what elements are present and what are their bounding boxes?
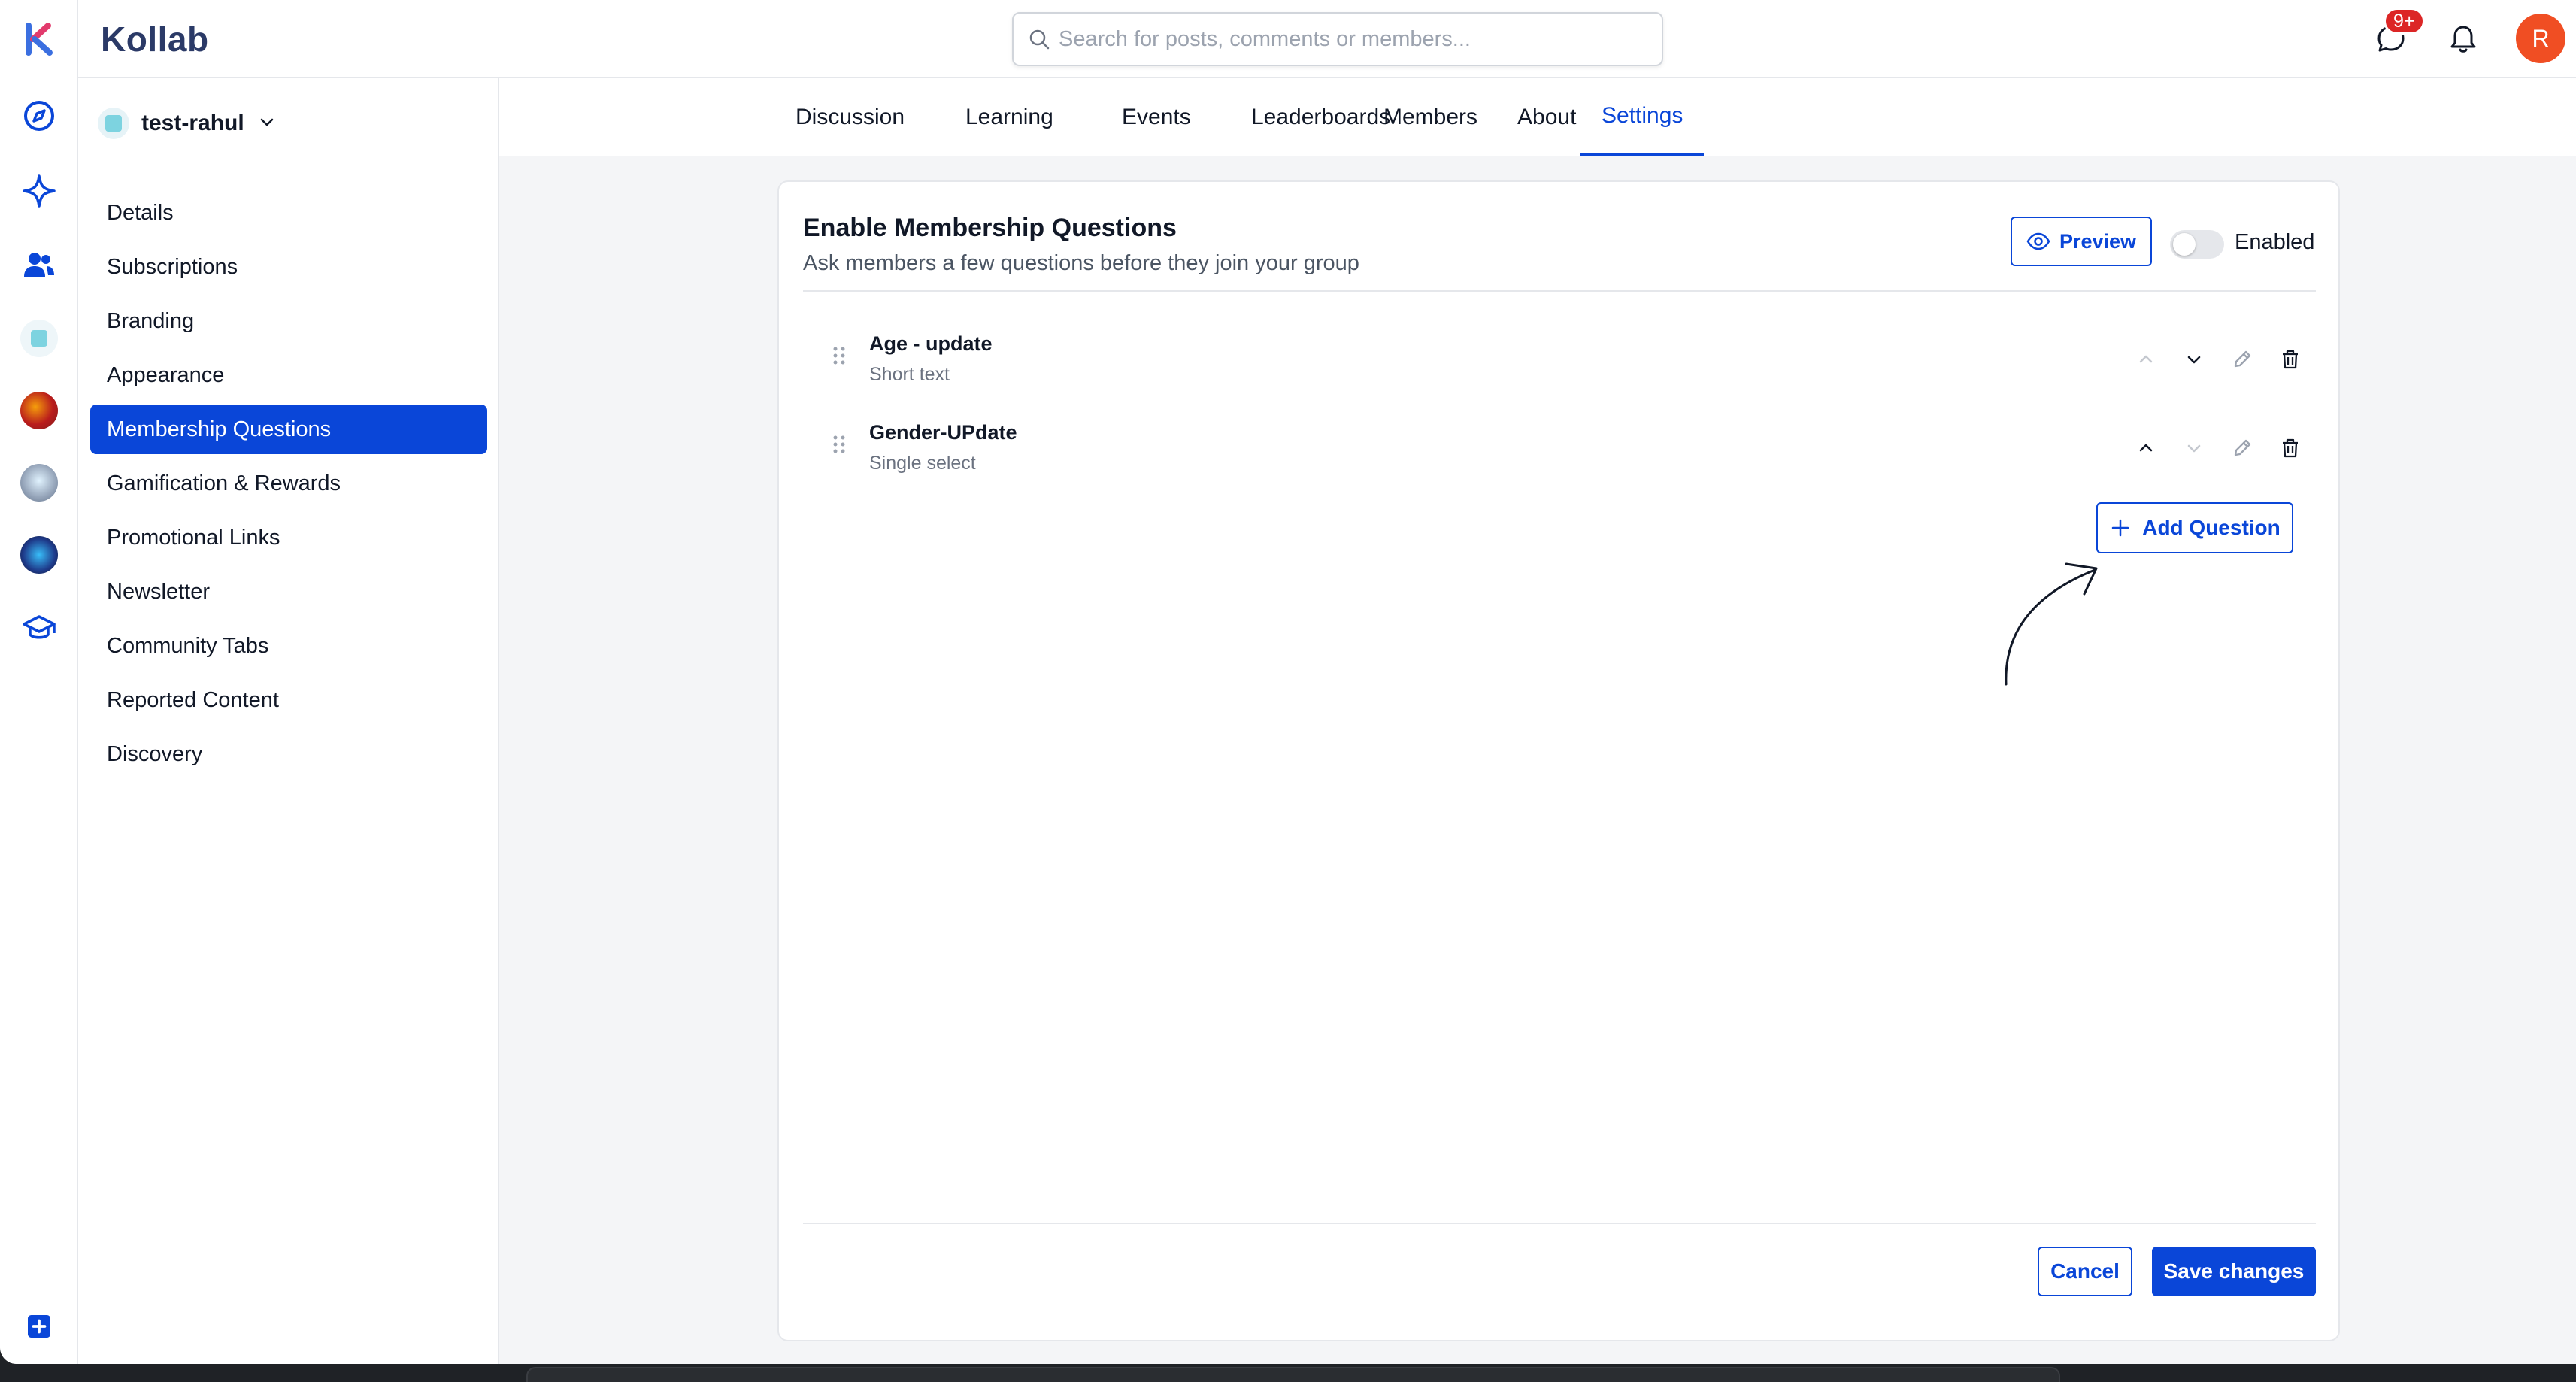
chevron-up-icon bbox=[2139, 355, 2153, 363]
graduation-cap-icon[interactable] bbox=[17, 606, 62, 651]
sidebar-item-branding[interactable]: Branding bbox=[90, 296, 487, 346]
sidebar-item-newsletter[interactable]: Newsletter bbox=[90, 567, 487, 617]
sidebar-item-details[interactable]: Details bbox=[90, 188, 487, 238]
group-tabs: Discussion Learning Events Leaderboards … bbox=[499, 78, 2576, 156]
brand-name: Kollab bbox=[101, 20, 209, 59]
tab-members[interactable]: Members bbox=[1362, 78, 1499, 156]
pencil-icon bbox=[2234, 439, 2251, 456]
sparkle-icon[interactable] bbox=[17, 168, 62, 214]
drag-handle-icon[interactable] bbox=[830, 344, 848, 371]
card-title: Enable Membership Questions bbox=[803, 214, 1177, 242]
sidebar-item-gamification[interactable]: Gamification & Rewards bbox=[90, 459, 487, 508]
group-logo-icon bbox=[98, 108, 129, 139]
cancel-button[interactable]: Cancel bbox=[2038, 1247, 2132, 1296]
plus-icon bbox=[2111, 519, 2129, 537]
move-up-button[interactable] bbox=[2128, 341, 2164, 377]
preview-button[interactable]: Preview bbox=[2011, 217, 2152, 266]
group-switcher[interactable]: test-rahul bbox=[98, 104, 277, 143]
sidebar-item-subscriptions[interactable]: Subscriptions bbox=[90, 242, 487, 292]
compass-icon[interactable] bbox=[17, 93, 62, 138]
user-avatar[interactable]: R bbox=[2516, 14, 2565, 63]
eye-icon bbox=[2026, 232, 2050, 250]
trash-icon bbox=[2283, 438, 2298, 458]
search-box[interactable] bbox=[1012, 12, 1663, 66]
add-question-label: Add Question bbox=[2142, 516, 2281, 539]
top-header: Kollab 9+ R bbox=[78, 0, 2576, 78]
brand-logo[interactable]: Kollab bbox=[101, 17, 209, 62]
question-row: Age - update Short text bbox=[803, 322, 2316, 397]
membership-questions-card: Enable Membership Questions Ask members … bbox=[777, 180, 2340, 1341]
chevron-down-icon bbox=[2187, 444, 2201, 453]
hand-drawn-arrow-icon bbox=[2005, 562, 2098, 686]
app-rail bbox=[0, 0, 78, 1364]
question-title: Age - update bbox=[869, 332, 993, 355]
chevron-down-icon bbox=[256, 111, 277, 136]
pencil-icon bbox=[2234, 350, 2251, 368]
sidebar-item-discovery[interactable]: Discovery bbox=[90, 729, 487, 779]
enabled-toggle[interactable] bbox=[2170, 230, 2224, 259]
group-avatar-icon[interactable] bbox=[17, 388, 62, 433]
tab-settings[interactable]: Settings bbox=[1580, 78, 1705, 156]
edit-question-button[interactable] bbox=[2224, 430, 2260, 466]
chevron-down-icon bbox=[2187, 356, 2201, 364]
os-dock bbox=[526, 1367, 2060, 1382]
move-down-button[interactable] bbox=[2176, 430, 2212, 466]
tab-learning[interactable]: Learning bbox=[944, 78, 1074, 156]
sidebar-item-membership-questions[interactable]: Membership Questions bbox=[90, 405, 487, 454]
question-type: Single select bbox=[869, 453, 976, 474]
add-group-icon[interactable] bbox=[17, 1304, 62, 1349]
toggle-knob bbox=[2173, 233, 2196, 256]
add-question-button[interactable]: Add Question bbox=[2096, 502, 2293, 553]
delete-question-button[interactable] bbox=[2272, 341, 2308, 377]
tab-events[interactable]: Events bbox=[1101, 78, 1212, 156]
footer-divider bbox=[803, 1223, 2316, 1224]
delete-question-button[interactable] bbox=[2272, 430, 2308, 466]
group-name: test-rahul bbox=[141, 111, 244, 135]
group-avatar-icon[interactable] bbox=[17, 460, 62, 505]
trash-icon bbox=[2283, 350, 2298, 369]
edit-question-button[interactable] bbox=[2224, 341, 2260, 377]
search-input[interactable] bbox=[1059, 26, 1645, 52]
settings-nav: Details Subscriptions Branding Appearanc… bbox=[90, 188, 487, 783]
chevron-up-icon bbox=[2139, 444, 2153, 452]
move-up-button[interactable] bbox=[2128, 430, 2164, 466]
drag-handle-icon[interactable] bbox=[830, 433, 848, 460]
sidebar-item-promotional-links[interactable]: Promotional Links bbox=[90, 513, 487, 562]
move-down-button[interactable] bbox=[2176, 341, 2212, 377]
sidebar-item-community-tabs[interactable]: Community Tabs bbox=[90, 621, 487, 671]
sidebar-item-reported-content[interactable]: Reported Content bbox=[90, 675, 487, 725]
app-window: Kollab 9+ R test-rahul Details Subscript… bbox=[0, 0, 2576, 1364]
tab-discussion[interactable]: Discussion bbox=[774, 78, 926, 156]
search-icon bbox=[1029, 29, 1050, 50]
bell-icon bbox=[2450, 26, 2476, 53]
question-title: Gender-UPdate bbox=[869, 421, 1017, 444]
divider bbox=[803, 290, 2316, 292]
question-type: Short text bbox=[869, 364, 950, 385]
notifications-button[interactable] bbox=[2441, 17, 2486, 62]
content-area: Enable Membership Questions Ask members … bbox=[499, 156, 2576, 1364]
toggle-label: Enabled bbox=[2235, 230, 2315, 254]
users-icon[interactable] bbox=[17, 242, 62, 287]
preview-label: Preview bbox=[2059, 229, 2137, 253]
question-row: Gender-UPdate Single select bbox=[803, 411, 2316, 486]
save-changes-button[interactable]: Save changes bbox=[2152, 1247, 2316, 1296]
notification-badge: 9+ bbox=[2384, 8, 2425, 35]
settings-sidebar: test-rahul Details Subscriptions Brandin… bbox=[78, 78, 499, 1364]
card-subtitle: Ask members a few questions before they … bbox=[803, 251, 1359, 275]
group-avatar-icon[interactable] bbox=[17, 532, 62, 577]
group-avatar-icon[interactable] bbox=[17, 316, 62, 361]
sidebar-item-appearance[interactable]: Appearance bbox=[90, 350, 487, 400]
kollab-logo-icon[interactable] bbox=[17, 17, 62, 62]
